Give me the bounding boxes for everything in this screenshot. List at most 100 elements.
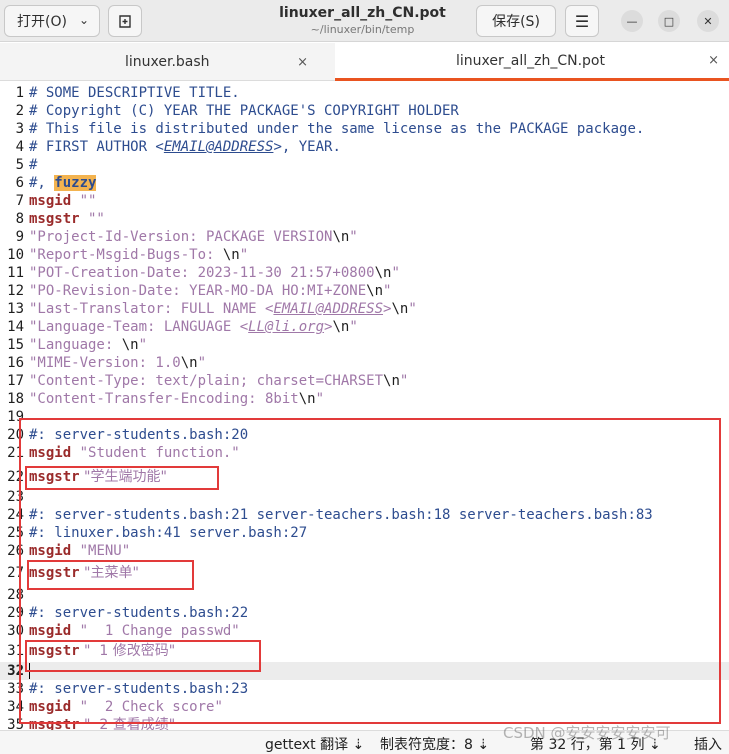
code-text: "Last-Translator: FULL NAME <EMAIL@ADDRE… xyxy=(29,300,417,318)
line-number: 15 xyxy=(7,337,24,353)
tab-close-icon[interactable]: × xyxy=(708,53,719,68)
comment-text: # SOME DESCRIPTIVE TITLE. xyxy=(29,85,240,101)
keyword: msgstr xyxy=(29,211,80,227)
code-text: "Project-Id-Version: PACKAGE VERSION\n" xyxy=(29,228,358,246)
header-bar: 打开(O) ⌄ linuxer_all_zh_CN.pot ~/linuxer/… xyxy=(0,0,729,42)
code-line[interactable]: 13 "Last-Translator: FULL NAME <EMAIL@ADD… xyxy=(0,300,729,318)
string-literal: "Report-Msgid-Bugs-To: xyxy=(29,247,223,263)
line-number: 4 xyxy=(15,139,24,155)
line-number: 12 xyxy=(7,283,24,299)
escape-sequence: \n xyxy=(332,319,350,335)
code-line[interactable]: 10 "Report-Msgid-Bugs-To: \n" xyxy=(0,246,729,264)
open-button[interactable]: 打开(O) ⌄ xyxy=(4,5,100,37)
code-line[interactable]: 15 "Language: \n" xyxy=(0,336,729,354)
string-literal: "Language: xyxy=(29,337,122,353)
code-line[interactable]: 14 "Language-Team: LANGUAGE <LL@li.org>\n… xyxy=(0,318,729,336)
code-line[interactable]: 1 # SOME DESCRIPTIVE TITLE. xyxy=(0,84,729,102)
code-line[interactable]: 6 #, fuzzy xyxy=(0,174,729,192)
code-line[interactable]: 16 "MIME-Version: 1.0\n" xyxy=(0,354,729,372)
code-text: # FIRST AUTHOR <EMAIL@ADDRESS>, YEAR. xyxy=(29,138,341,156)
language-selector[interactable]: gettext 翻译 ⇣ xyxy=(265,734,364,754)
line-number: 13 xyxy=(7,301,24,317)
insert-mode: 插入 xyxy=(694,737,722,753)
tab-width-selector[interactable]: 制表符宽度：8 ⇣ xyxy=(380,734,489,754)
code-text: #, fuzzy xyxy=(29,174,97,192)
line-number: 9 xyxy=(15,229,24,245)
string-literal: "Content-Type: text/plain; charset=CHARS… xyxy=(29,373,384,389)
line-number: 7 xyxy=(15,193,24,209)
code-line[interactable]: 8 msgstr "" xyxy=(0,210,729,228)
line-number: 6 xyxy=(15,175,24,191)
line-number: 2 xyxy=(15,103,24,119)
close-window-button[interactable]: ✕ xyxy=(697,10,719,32)
email-placeholder: EMAIL@ADDRESS xyxy=(163,139,274,155)
tab-close-icon[interactable]: × xyxy=(297,55,308,70)
maximize-button[interactable]: □ xyxy=(658,10,680,32)
minimize-button[interactable]: — xyxy=(621,10,643,32)
code-text: # SOME DESCRIPTIVE TITLE. xyxy=(29,84,240,102)
code-text: "Content-Transfer-Encoding: 8bit\n" xyxy=(29,390,324,408)
code-text: msgstr "" xyxy=(29,210,105,228)
string-literal: "MIME-Version: 1.0 xyxy=(29,355,181,371)
highlight-box-msgstr-2 xyxy=(27,560,194,590)
window-title: linuxer_all_zh_CN.pot xyxy=(279,5,446,21)
email-placeholder: EMAIL@ADDRESS xyxy=(273,301,384,317)
tab-label: linuxer.bash xyxy=(125,54,210,70)
line-number: 17 xyxy=(7,373,24,389)
code-text: # xyxy=(29,156,37,174)
fuzzy-flag: fuzzy xyxy=(54,175,97,191)
chevron-down-icon: ⌄ xyxy=(78,13,89,27)
code-line[interactable]: 2 # Copyright (C) YEAR THE PACKAGE'S COPY… xyxy=(0,102,729,120)
string-literal: " xyxy=(391,265,400,281)
code-line[interactable]: 3 # This file is distributed under the sa… xyxy=(0,120,729,138)
escape-sequence: \n xyxy=(391,301,409,317)
code-line[interactable]: 4 # FIRST AUTHOR <EMAIL@ADDRESS>, YEAR. xyxy=(0,138,729,156)
code-text: # Copyright (C) YEAR THE PACKAGE'S COPYR… xyxy=(29,102,459,120)
save-button[interactable]: 保存(S) xyxy=(476,5,556,37)
cursor-position[interactable]: 第 32 行，第 1 列 ⇣ xyxy=(530,734,661,754)
window-subtitle: ~/linuxer/bin/temp xyxy=(310,23,415,36)
line-number: 5 xyxy=(15,157,24,173)
escape-sequence: \n xyxy=(298,391,316,407)
tab-bar: linuxer.bash × linuxer_all_zh_CN.pot × xyxy=(0,43,729,81)
code-line[interactable]: 11 "POT-Creation-Date: 2023-11-30 21:57+0… xyxy=(0,264,729,282)
code-line[interactable]: 5 # xyxy=(0,156,729,174)
escape-sequence: \n xyxy=(366,283,384,299)
code-line[interactable]: 9 "Project-Id-Version: PACKAGE VERSION\n" xyxy=(0,228,729,246)
escape-sequence: \n xyxy=(222,247,240,263)
comment-text: # Copyright (C) YEAR THE PACKAGE'S COPYR… xyxy=(29,103,459,119)
tab-linuxer-bash[interactable]: linuxer.bash × xyxy=(0,43,328,81)
code-line[interactable]: 12 "PO-Revision-Date: YEAR-MO-DA HO:MI+ZO… xyxy=(0,282,729,300)
code-text: "Language-Team: LANGUAGE <LL@li.org>\n" xyxy=(29,318,358,336)
line-number: 3 xyxy=(15,121,24,137)
string-literal: " xyxy=(349,229,358,245)
code-text: # This file is distributed under the sam… xyxy=(29,120,644,138)
code-line[interactable]: 18 "Content-Transfer-Encoding: 8bit\n" xyxy=(0,390,729,408)
open-button-label: 打开(O) xyxy=(17,14,67,30)
code-text: msgid "" xyxy=(29,192,96,210)
line-number: 14 xyxy=(7,319,24,335)
escape-sequence: \n xyxy=(383,373,400,389)
comment-text: # FIRST AUTHOR < xyxy=(29,139,164,155)
code-text: "Language: \n" xyxy=(29,336,147,354)
tab-label: linuxer_all_zh_CN.pot xyxy=(456,52,605,69)
hamburger-menu-button[interactable]: ☰ xyxy=(565,5,599,37)
string-literal: " xyxy=(197,355,207,371)
string-literal: " xyxy=(399,373,409,389)
highlight-box-msgstr-3 xyxy=(25,640,261,672)
string-literal: "Last-Translator: FULL NAME < xyxy=(29,301,274,317)
tab-linuxer-all-zh-cn-pot[interactable]: linuxer_all_zh_CN.pot × xyxy=(335,43,729,81)
comment-text: >, YEAR. xyxy=(273,139,341,155)
code-text: "Content-Type: text/plain; charset=CHARS… xyxy=(29,372,408,390)
code-text: "MIME-Version: 1.0\n" xyxy=(29,354,206,372)
close-icon: ✕ xyxy=(703,14,713,28)
comment-text: #, xyxy=(29,175,55,191)
code-line[interactable]: 7 msgid "" xyxy=(0,192,729,210)
code-line[interactable]: 17 "Content-Type: text/plain; charset=CHA… xyxy=(0,372,729,390)
line-number: 18 xyxy=(7,391,24,407)
text-editor[interactable]: 35 msgstr " 2 查看成绩" 34 msgid " 2 Check scor… xyxy=(0,82,729,730)
line-number: 16 xyxy=(7,355,24,371)
keyword: msgid xyxy=(29,193,72,209)
string-literal: "Project-Id-Version: PACKAGE VERSION xyxy=(29,229,333,245)
new-document-button[interactable] xyxy=(108,5,142,37)
